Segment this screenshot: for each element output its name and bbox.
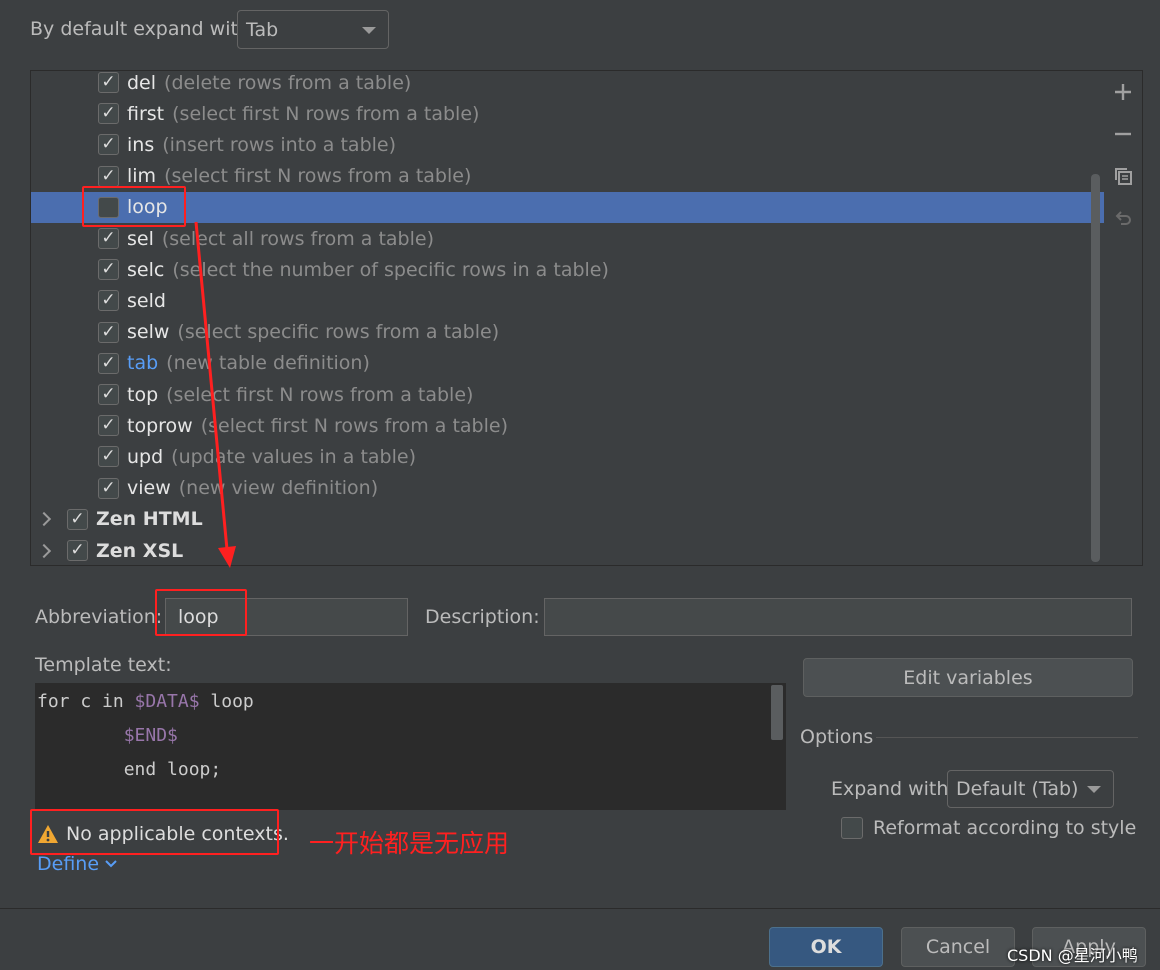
annotation-arrow <box>194 221 236 568</box>
annotation-text: 一开始都是无应用 <box>309 829 510 858</box>
